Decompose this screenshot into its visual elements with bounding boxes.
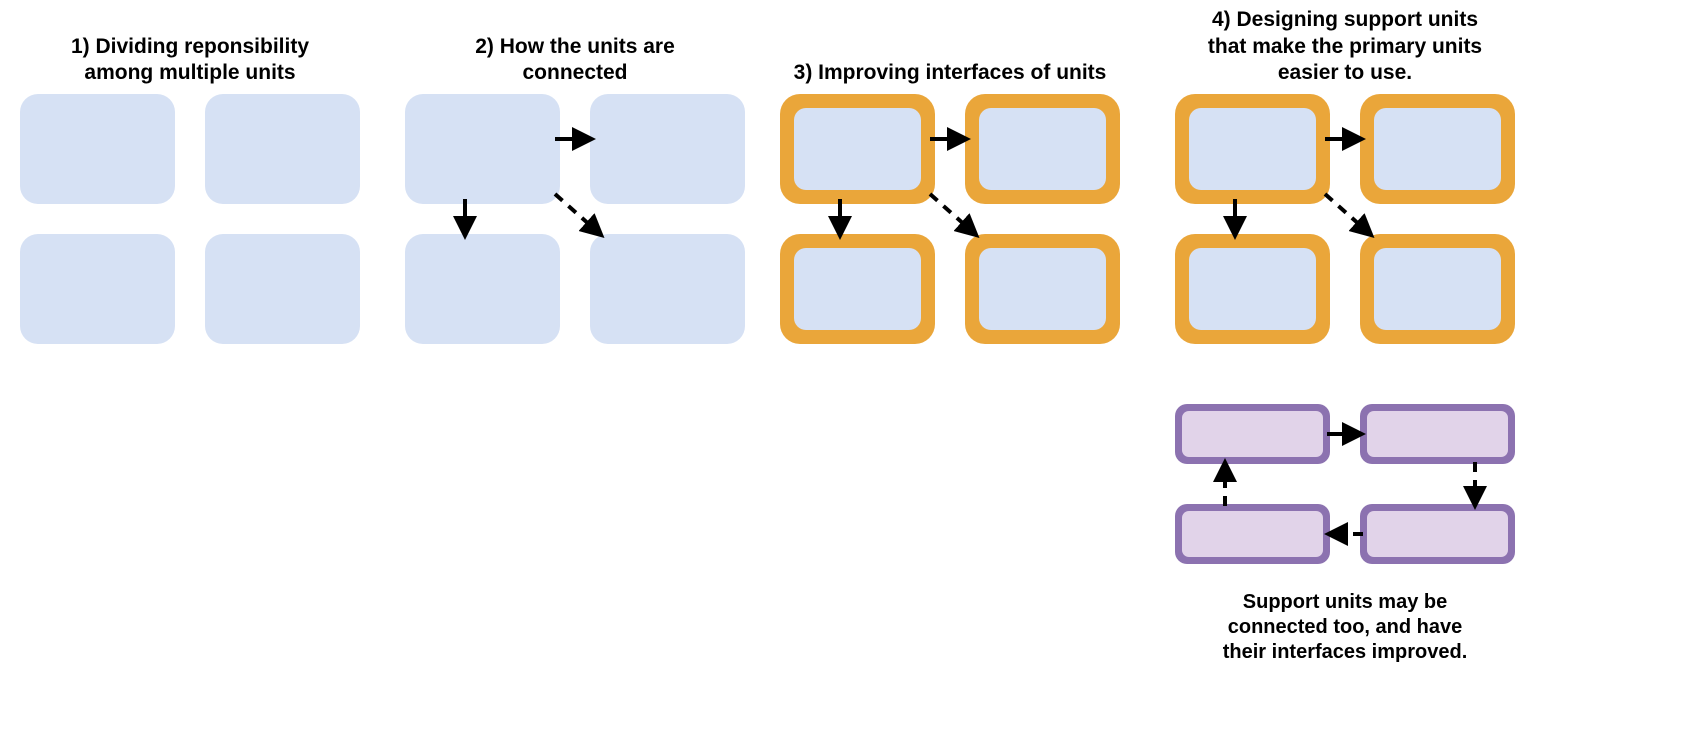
panel-2: 2) How the units are connected (395, 0, 755, 354)
panel-2-arrows (405, 94, 745, 354)
panel-1-boxes (20, 94, 360, 354)
panel-1: 1) Dividing reponsibility among multiple… (10, 0, 370, 354)
panel-3-arrows (780, 94, 1120, 354)
panel-3-title: 3) Improving interfaces of units (794, 60, 1107, 86)
unit-box (205, 234, 360, 344)
support-caption: Support units may be connected too, and … (1145, 590, 1545, 665)
unit-box (20, 234, 175, 344)
diagram-stage: 1) Dividing reponsibility among multiple… (0, 0, 1706, 737)
panel-2-title-row: 2) How the units are connected (395, 0, 755, 86)
panel-2-diagram (405, 94, 745, 354)
arrow-diagonal-dashed-icon (1325, 194, 1370, 234)
panel-4: 4) Designing support units that make the… (1145, 0, 1545, 665)
support-arrows (1175, 394, 1515, 584)
unit-box (20, 94, 175, 204)
panel-1-diagram (20, 94, 360, 354)
panel-1-title: 1) Dividing reponsibility among multiple… (71, 34, 309, 87)
arrow-diagonal-dashed-icon (930, 194, 975, 234)
panel-3: 3) Improving interfaces of units (770, 0, 1130, 354)
panel-3-diagram (780, 94, 1120, 354)
unit-box (205, 94, 360, 204)
panel-3-title-row: 3) Improving interfaces of units (770, 0, 1130, 86)
panel-2-title: 2) How the units are connected (475, 34, 675, 87)
panel-4-title: 4) Designing support units that make the… (1208, 7, 1482, 86)
panel-4-title-row: 4) Designing support units that make the… (1145, 0, 1545, 86)
panel-4-arrows (1175, 94, 1515, 354)
arrow-diagonal-dashed-icon (555, 194, 600, 234)
support-units-diagram (1175, 394, 1515, 584)
panel-4-diagram (1175, 94, 1515, 354)
panel-1-title-row: 1) Dividing reponsibility among multiple… (10, 0, 370, 86)
